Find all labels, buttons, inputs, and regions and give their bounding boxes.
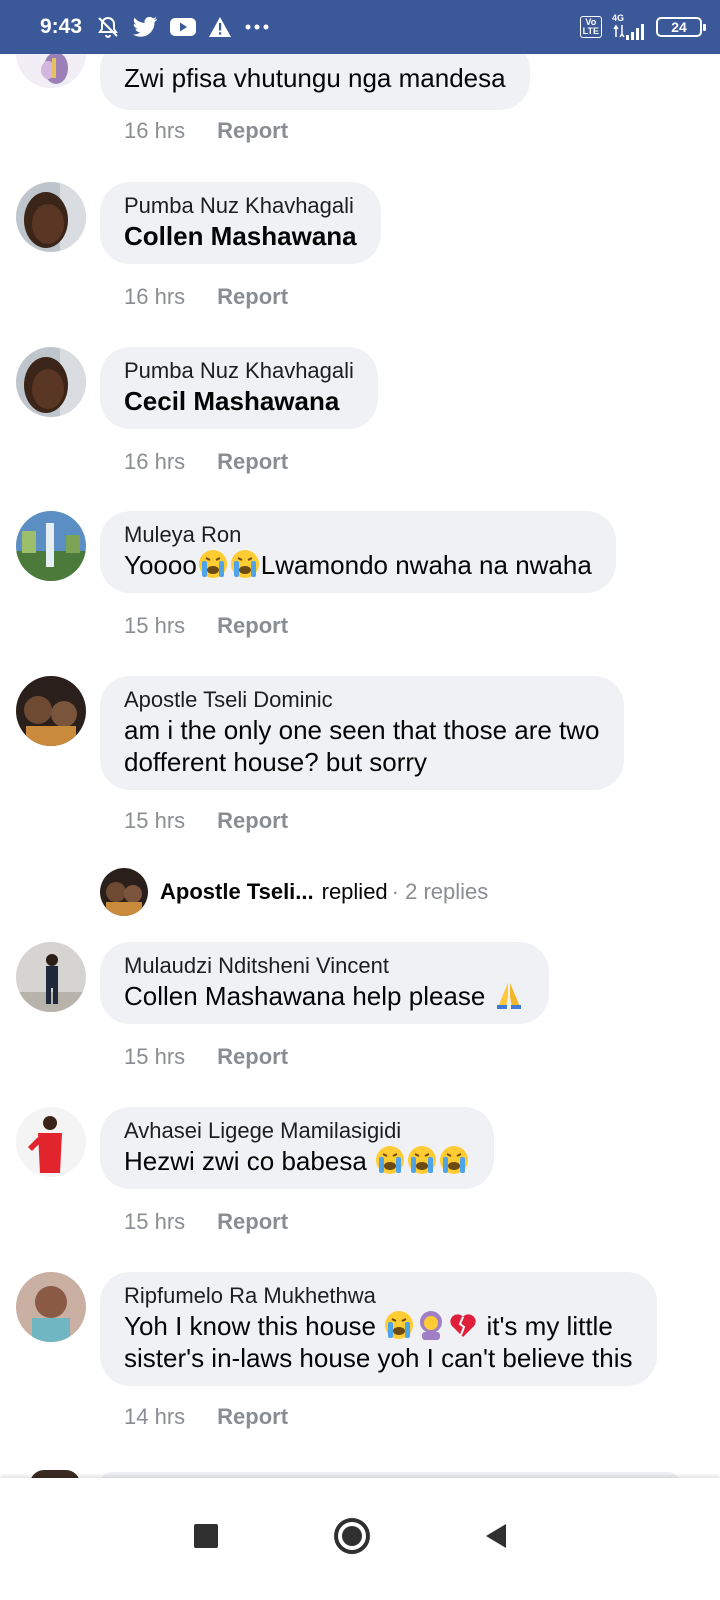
mute-bell-icon	[96, 15, 120, 39]
comment-author[interactable]: Pumba Nuz Khavhagali	[124, 357, 354, 385]
comment-author[interactable]: Mulaudzi Nditsheni Vincent	[124, 952, 525, 980]
reply-author: Apostle Tseli...	[160, 879, 314, 904]
report-link[interactable]: Report	[217, 1044, 288, 1070]
report-link[interactable]: Report	[217, 613, 288, 639]
comment-meta: 15 hrs Report	[124, 1209, 288, 1235]
battery-indicator: 24	[656, 17, 706, 37]
back-triangle-icon	[486, 1524, 506, 1548]
comment-time: 16 hrs	[124, 284, 186, 309]
broken-heart-icon	[448, 1310, 478, 1340]
comment-text: am i the only one seen that those are tw…	[124, 715, 600, 745]
comment-time: 15 hrs	[124, 808, 186, 833]
avatar[interactable]	[16, 182, 86, 252]
avatar[interactable]	[16, 1272, 86, 1342]
status-right: Vo LTE 4G 24	[579, 13, 706, 41]
recents-button[interactable]	[176, 1506, 236, 1566]
comment-author[interactable]: Ripfumelo Ra Mukhethwa	[124, 1282, 633, 1310]
comments-feed[interactable]: Zwi pfisa vhutungu nga mandesa 16 hrs Re…	[0, 0, 720, 1478]
reply-verb: replied	[321, 879, 388, 904]
crying-face-icon	[407, 1145, 437, 1175]
report-link[interactable]: Report	[217, 118, 288, 144]
report-link[interactable]: Report	[217, 808, 288, 834]
circle-icon	[334, 1518, 370, 1554]
woman-facepalming-icon	[416, 1310, 446, 1340]
comment-time: 14 hrs	[124, 1404, 186, 1429]
reply-count: · 2 replies	[391, 879, 489, 904]
avatar[interactable]	[16, 676, 86, 746]
comment-time: 15 hrs	[124, 613, 186, 638]
square-icon	[194, 1524, 218, 1548]
avatar[interactable]	[16, 347, 86, 417]
report-link[interactable]: Report	[217, 449, 288, 475]
avatar[interactable]	[16, 942, 86, 1012]
comment-text: Zwi pfisa vhutungu nga mandesa	[124, 63, 506, 93]
comment-text[interactable]: Cecil Mashawana	[124, 385, 354, 417]
comment-bubble[interactable]: Apostle Tseli Dominic am i the only one …	[100, 676, 624, 790]
comment-time: 15 hrs	[124, 1044, 186, 1069]
reply-avatar	[100, 868, 148, 916]
crying-face-icon	[384, 1310, 414, 1340]
comment-text: Yoooo Lwamondo nwaha na nwaha	[124, 549, 592, 580]
comment-text[interactable]: Collen Mashawana	[124, 220, 357, 252]
comment-meta: 14 hrs Report	[124, 1404, 288, 1430]
home-button[interactable]	[322, 1506, 382, 1566]
comment-meta: 16 hrs Report	[124, 449, 288, 475]
comment-bubble[interactable]: Pumba Nuz Khavhagali Collen Mashawana	[100, 182, 381, 264]
comment-author[interactable]: Avhasei Ligege Mamilasigidi	[124, 1117, 470, 1145]
comment-author[interactable]: Pumba Nuz Khavhagali	[124, 192, 357, 220]
comment-author[interactable]: Apostle Tseli Dominic	[124, 686, 600, 714]
comment-meta: 16 hrs Report	[124, 284, 288, 310]
youtube-icon	[170, 17, 197, 37]
crying-face-icon	[198, 549, 228, 579]
system-nav-bar	[0, 1478, 720, 1600]
comment-text: Collen Mashawana help please	[124, 980, 525, 1012]
back-button[interactable]	[466, 1506, 526, 1566]
comment-bubble[interactable]: Mulaudzi Nditsheni Vincent Collen Mashaw…	[100, 942, 549, 1024]
comment-time: 16 hrs	[124, 118, 186, 143]
crying-face-icon	[230, 549, 260, 579]
report-link[interactable]: Report	[217, 1209, 288, 1235]
comment-time: 16 hrs	[124, 449, 186, 474]
report-link[interactable]: Report	[217, 1404, 288, 1430]
comment-text: Hezwi zwi co babesa	[124, 1145, 470, 1177]
comment-bubble[interactable]: Ripfumelo Ra Mukhethwa Yoh I know this h…	[100, 1272, 657, 1386]
comment-meta: 15 hrs Report	[124, 1044, 288, 1070]
comment-bubble[interactable]: Pumba Nuz Khavhagali Cecil Mashawana	[100, 347, 378, 429]
signal-icon: 4G	[612, 13, 646, 41]
more-dots-icon	[244, 23, 270, 31]
comment-bubble[interactable]: Muleya Ron Yoooo Lwamondo nwaha na nwaha	[100, 511, 616, 593]
twitter-icon	[132, 16, 158, 38]
comment-time: 15 hrs	[124, 1209, 186, 1234]
comment-meta: 15 hrs Report	[124, 613, 288, 639]
comment-text-line2: dofferent house? but sorry	[124, 747, 428, 777]
avatar[interactable]	[16, 1107, 86, 1177]
comment-meta: 16 hrs Report	[124, 118, 288, 144]
comment-text-line2: sister's in-laws house yoh I can't belie…	[124, 1343, 633, 1373]
report-link[interactable]: Report	[217, 284, 288, 310]
comment-meta: 15 hrs Report	[124, 808, 288, 834]
comment-author[interactable]: Muleya Ron	[124, 521, 592, 549]
view-replies-link[interactable]: Apostle Tseli... replied · 2 replies	[100, 868, 488, 916]
crying-face-icon	[439, 1145, 469, 1175]
comment-bubble[interactable]: Avhasei Ligege Mamilasigidi Hezwi zwi co…	[100, 1107, 495, 1189]
comment-text: Yoh I know this house it's my little	[124, 1310, 613, 1341]
volte-badge: Vo LTE	[579, 16, 602, 38]
warning-icon	[208, 16, 232, 38]
crying-face-icon	[375, 1145, 405, 1175]
folded-hands-icon	[494, 980, 524, 1010]
status-time: 9:43	[40, 15, 83, 38]
next-comment-peek	[0, 1462, 720, 1478]
status-bar: 9:43 Vo LTE 4G 24	[0, 0, 720, 54]
avatar[interactable]	[16, 511, 86, 581]
